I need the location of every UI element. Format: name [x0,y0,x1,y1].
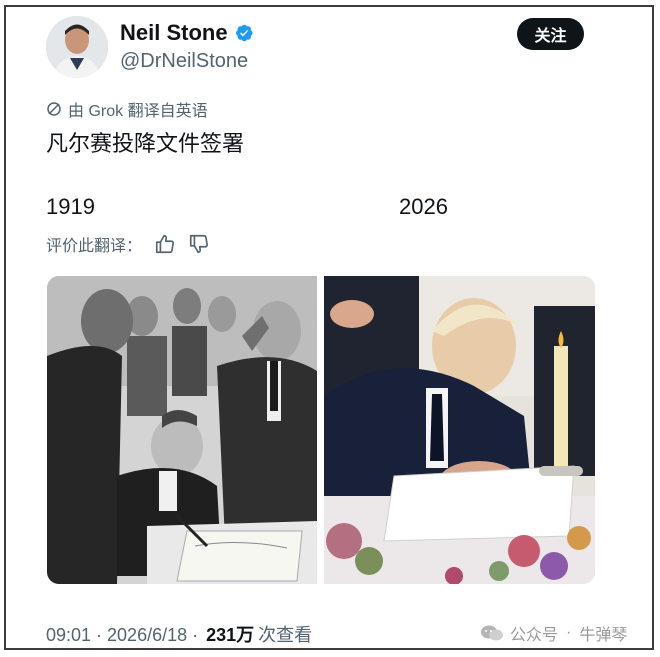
post-text: 凡尔赛投降文件签署 [46,131,245,156]
translation-note-text: 由 Grok 翻译自英语 [68,103,208,120]
caption-left: 1919 [46,194,95,219]
author-display-name[interactable]: Neil Stone [120,20,228,46]
watermark-name: 牛弹琴 [579,627,628,644]
translation-note[interactable]: 由 Grok 翻译自英语 [46,97,208,121]
views-label: 次查看 [258,625,313,645]
caption-right: 2026 [399,194,448,219]
thumbs-down-icon[interactable] [188,233,210,255]
grok-icon [47,102,61,116]
rate-translation-label: 评价此翻译： [46,238,143,255]
media-image-2026[interactable] [324,276,595,584]
view-count: 231万 [206,625,255,645]
verified-badge-icon [235,24,253,42]
rate-translation-row: 评价此翻译： [46,232,210,256]
avatar[interactable] [46,16,108,78]
post-timestamp[interactable]: 09:01 · 2026/6/18 · [46,625,198,646]
post-meta: 09:01 · 2026/6/18 · 231万 次查看 [46,621,312,647]
watermark-separator: · [566,624,572,641]
author-handle[interactable]: @DrNeilStone [120,50,248,73]
author-name-row: Neil Stone [120,20,254,46]
wechat-icon [481,625,503,641]
watermark: 公众号 · 牛弹琴 [480,621,627,645]
watermark-source: 公众号 [510,627,559,644]
follow-button[interactable]: 关注 [517,18,584,50]
media-image-1919[interactable] [47,276,317,584]
thumbs-up-icon[interactable] [154,233,176,255]
